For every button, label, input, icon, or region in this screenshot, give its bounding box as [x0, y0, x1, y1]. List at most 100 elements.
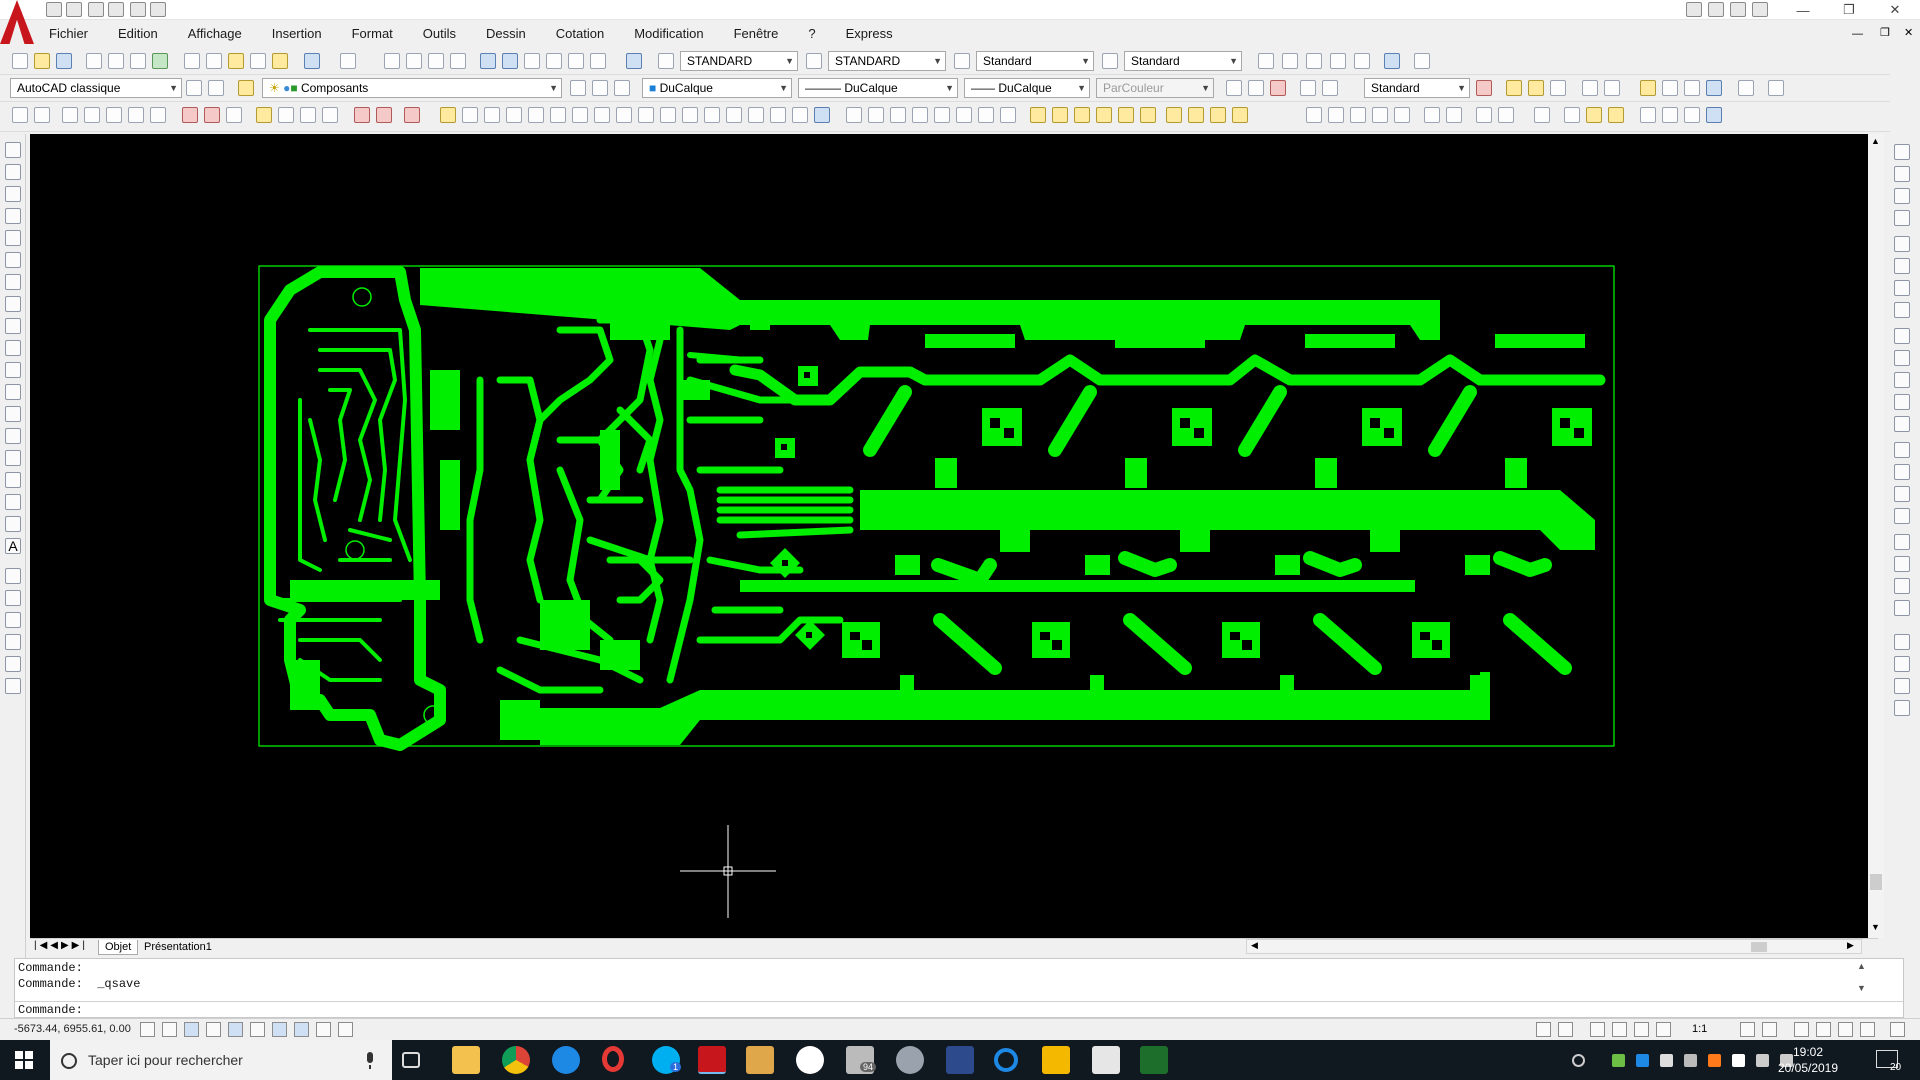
tray-app-1-icon[interactable]	[1612, 1054, 1625, 1067]
layer-select[interactable]: ☀ ●■ Composants ▼	[262, 78, 562, 98]
new-icon[interactable]	[12, 53, 28, 69]
render-icon[interactable]	[1476, 80, 1492, 96]
save-icon[interactable]	[56, 53, 72, 69]
dim-diameter-icon[interactable]	[1894, 280, 1910, 296]
ucs-icon[interactable]	[256, 107, 272, 123]
mleader-style-select[interactable]: Standard ▼	[1124, 51, 1242, 71]
viewport-tool-icon-3[interactable]	[1894, 678, 1910, 694]
dim-aligned-icon[interactable]	[1894, 166, 1910, 182]
dyn-icon[interactable]	[294, 1022, 309, 1037]
drawing-viewport[interactable]	[30, 134, 1878, 938]
modify2-icon-2[interactable]	[1564, 107, 1580, 123]
visual-style-icon-1[interactable]	[1226, 80, 1242, 96]
hardware-accel-icon[interactable]	[1838, 1022, 1853, 1037]
close-icon[interactable]: ✕	[1872, 0, 1918, 20]
file-explorer-icon[interactable]	[452, 1046, 480, 1074]
cut-icon[interactable]	[184, 53, 200, 69]
menu-dessin[interactable]: Dessin	[471, 20, 541, 48]
dim-break-icon[interactable]	[1894, 416, 1910, 432]
markup-icon[interactable]	[568, 53, 584, 69]
make-block-icon[interactable]	[5, 406, 21, 422]
microphone-icon[interactable]	[364, 1052, 376, 1070]
dim-style-select[interactable]: STANDARD ▼	[828, 51, 946, 71]
text-edit-icon[interactable]	[890, 107, 906, 123]
layer-tool-icon-9[interactable]	[1210, 107, 1226, 123]
print-icon[interactable]	[108, 2, 124, 17]
layer-tool-vertical-6[interactable]	[5, 678, 21, 694]
horizontal-scrollbar[interactable]: ◀ ▶	[1246, 939, 1862, 954]
spline-icon[interactable]	[5, 318, 21, 334]
dim-angular-icon[interactable]	[1894, 302, 1910, 318]
tab-nav-arrows-icon[interactable]: |◀◀▶▶|	[34, 940, 88, 951]
opera-icon[interactable]	[602, 1046, 624, 1072]
layer-previous-icon[interactable]	[592, 80, 608, 96]
view-icon-7[interactable]	[1414, 53, 1430, 69]
spell-check-icon[interactable]	[934, 107, 950, 123]
xline-icon[interactable]	[84, 107, 100, 123]
menu-affichage[interactable]: Affichage	[173, 20, 257, 48]
dim-style-tool-icon[interactable]	[1894, 600, 1910, 616]
task-view-icon[interactable]	[402, 1052, 420, 1068]
isolate-objects-icon[interactable]	[1860, 1022, 1875, 1037]
3d-dwf-icon[interactable]	[152, 53, 168, 69]
layer-tool-icon-8[interactable]	[1188, 107, 1204, 123]
polyline-tool-icon[interactable]	[5, 186, 21, 202]
point-icon[interactable]	[322, 107, 338, 123]
dim-ordinate-icon[interactable]	[1894, 210, 1910, 226]
quick-dim-icon[interactable]	[1894, 328, 1910, 344]
coordinates-readout[interactable]: -5673.44, 6955.61, 0.00	[14, 1023, 131, 1035]
autocad-taskbar-icon[interactable]	[698, 1046, 726, 1074]
chrome-icon[interactable]	[502, 1046, 530, 1074]
light-icon-3[interactable]	[1550, 80, 1566, 96]
viewport-icon[interactable]	[1738, 80, 1754, 96]
blend-icon[interactable]	[726, 107, 742, 123]
table-style-select[interactable]: Standard ▼	[976, 51, 1094, 71]
break-icon[interactable]	[638, 107, 654, 123]
properties-icon[interactable]	[480, 53, 496, 69]
donut-icon[interactable]	[204, 107, 220, 123]
snap-mode-icon[interactable]	[140, 1022, 155, 1037]
bluetooth-icon[interactable]	[1636, 1054, 1649, 1067]
archive-icon[interactable]	[746, 1046, 774, 1074]
command-scroll-down-icon[interactable]: ▼	[1857, 983, 1866, 993]
trim-icon[interactable]	[106, 107, 122, 123]
layer-tool-icon-3[interactable]	[1074, 107, 1090, 123]
point-tool-icon[interactable]	[5, 428, 21, 444]
layer-tool-icon-2[interactable]	[1052, 107, 1068, 123]
mapping-icon[interactable]	[1684, 80, 1700, 96]
search-icon[interactable]	[1686, 2, 1702, 17]
table-style-icon[interactable]	[954, 53, 970, 69]
new-file-icon[interactable]	[46, 2, 62, 17]
layer-tool-vertical-1[interactable]	[5, 568, 21, 584]
layer-tool-icon-10[interactable]	[1232, 107, 1248, 123]
modify2-icon-1[interactable]	[1534, 107, 1550, 123]
text-icon[interactable]	[846, 107, 862, 123]
scroll-right-icon[interactable]: ▶	[1847, 940, 1854, 951]
color-select[interactable]: ■ DuCalque ▼	[642, 78, 792, 98]
table-icon[interactable]	[5, 516, 21, 532]
viewport-tool-icon-1[interactable]	[1894, 634, 1910, 650]
dim-baseline-icon[interactable]	[1894, 350, 1910, 366]
align-icon[interactable]	[770, 107, 786, 123]
ortho-icon[interactable]	[184, 1022, 199, 1037]
viewport-tool-icon-2[interactable]	[1894, 656, 1910, 672]
layer-tool-icon-7[interactable]	[1166, 107, 1182, 123]
dim-update-icon[interactable]	[1894, 578, 1910, 594]
array-icon[interactable]	[528, 107, 544, 123]
toolbar-lock-icon[interactable]	[1816, 1022, 1831, 1037]
light-icon-2[interactable]	[1528, 80, 1544, 96]
camera-icon[interactable]	[1706, 80, 1722, 96]
dim-arc-icon[interactable]	[1894, 188, 1910, 204]
viewport-tool-icon-4[interactable]	[1894, 700, 1910, 716]
modify2-icon-3[interactable]	[1586, 107, 1602, 123]
text-style-select[interactable]: STANDARD ▼	[680, 51, 798, 71]
ellipse-arc-icon[interactable]	[5, 362, 21, 378]
circle-icon[interactable]	[182, 107, 198, 123]
menu-format[interactable]: Format	[337, 20, 408, 48]
visual-style-icon-4[interactable]	[1300, 80, 1316, 96]
menu-fichier[interactable]: Fichier	[34, 20, 103, 48]
menu-modification[interactable]: Modification	[619, 20, 718, 48]
arc-icon[interactable]	[5, 252, 21, 268]
insert-block-icon[interactable]	[5, 384, 21, 400]
binoculars-icon[interactable]	[1708, 2, 1724, 17]
